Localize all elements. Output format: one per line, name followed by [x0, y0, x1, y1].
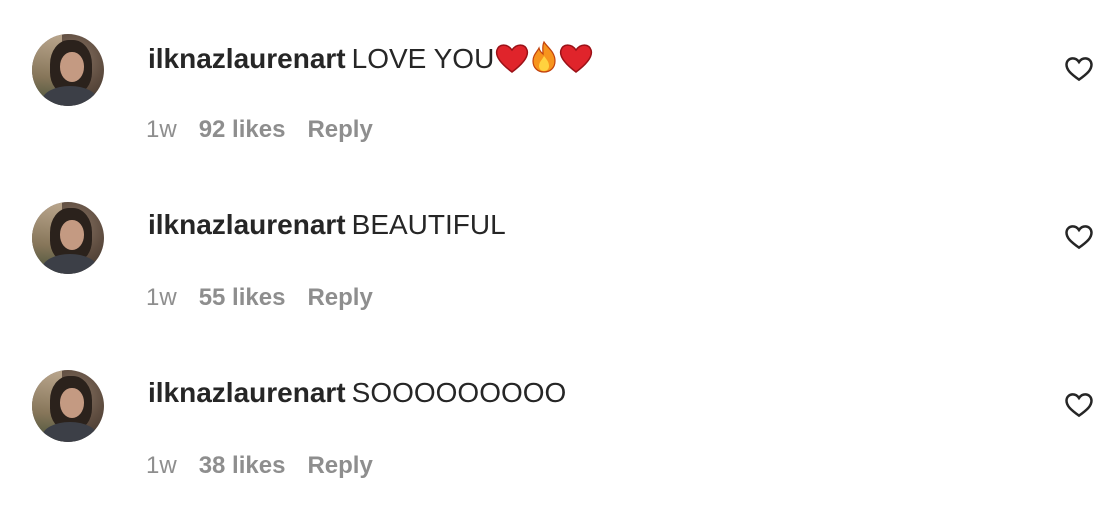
comment-meta: 1w 55 likes Reply — [146, 284, 395, 312]
username-link[interactable]: ilknazlaurenart — [148, 43, 346, 74]
likes-count[interactable]: 55 likes — [199, 284, 286, 311]
comment-text: ilknazlaurenart BEAUTIFUL — [148, 208, 506, 242]
reply-button[interactable]: Reply — [307, 284, 372, 311]
fire-emoji-icon — [530, 40, 558, 74]
likes-count[interactable]: 92 likes — [199, 116, 286, 143]
comment-item: ilknazlaurenart SOOOOOOOOO 1w 38 likes Repl… — [0, 364, 1120, 514]
reply-button[interactable]: Reply — [307, 452, 372, 479]
comment-meta: 1w 38 likes Reply — [146, 452, 395, 480]
timestamp[interactable]: 1w — [146, 452, 177, 479]
timestamp[interactable]: 1w — [146, 116, 177, 143]
likes-count[interactable]: 38 likes — [199, 452, 286, 479]
avatar[interactable] — [32, 202, 104, 274]
comment-body: BEAUTIFUL — [351, 209, 506, 240]
comment-item: ilknazlaurenart LOVE YOU 1w 92 likes Reply — [0, 28, 1120, 178]
comment-body: LOVE YOU — [351, 43, 495, 74]
avatar[interactable] — [32, 370, 104, 442]
reply-button[interactable]: Reply — [307, 116, 372, 143]
comment-item: ilknazlaurenart BEAUTIFUL 1w 55 likes Reply — [0, 196, 1120, 346]
username-link[interactable]: ilknazlaurenart — [148, 209, 346, 240]
comment-body: SOOOOOOOOO — [351, 377, 567, 408]
username-link[interactable]: ilknazlaurenart — [148, 377, 346, 408]
comment-meta: 1w 92 likes Reply — [146, 116, 395, 144]
heart-outline-icon[interactable] — [1064, 222, 1094, 252]
heart-outline-icon[interactable] — [1064, 390, 1094, 420]
comment-text: ilknazlaurenart SOOOOOOOOO — [148, 376, 566, 410]
comment-text: ilknazlaurenart LOVE YOU — [148, 40, 594, 76]
heart-outline-icon[interactable] — [1064, 54, 1094, 84]
red-heart-emoji-icon — [494, 42, 530, 74]
red-heart-emoji-icon — [558, 42, 594, 74]
avatar[interactable] — [32, 34, 104, 106]
timestamp[interactable]: 1w — [146, 284, 177, 311]
